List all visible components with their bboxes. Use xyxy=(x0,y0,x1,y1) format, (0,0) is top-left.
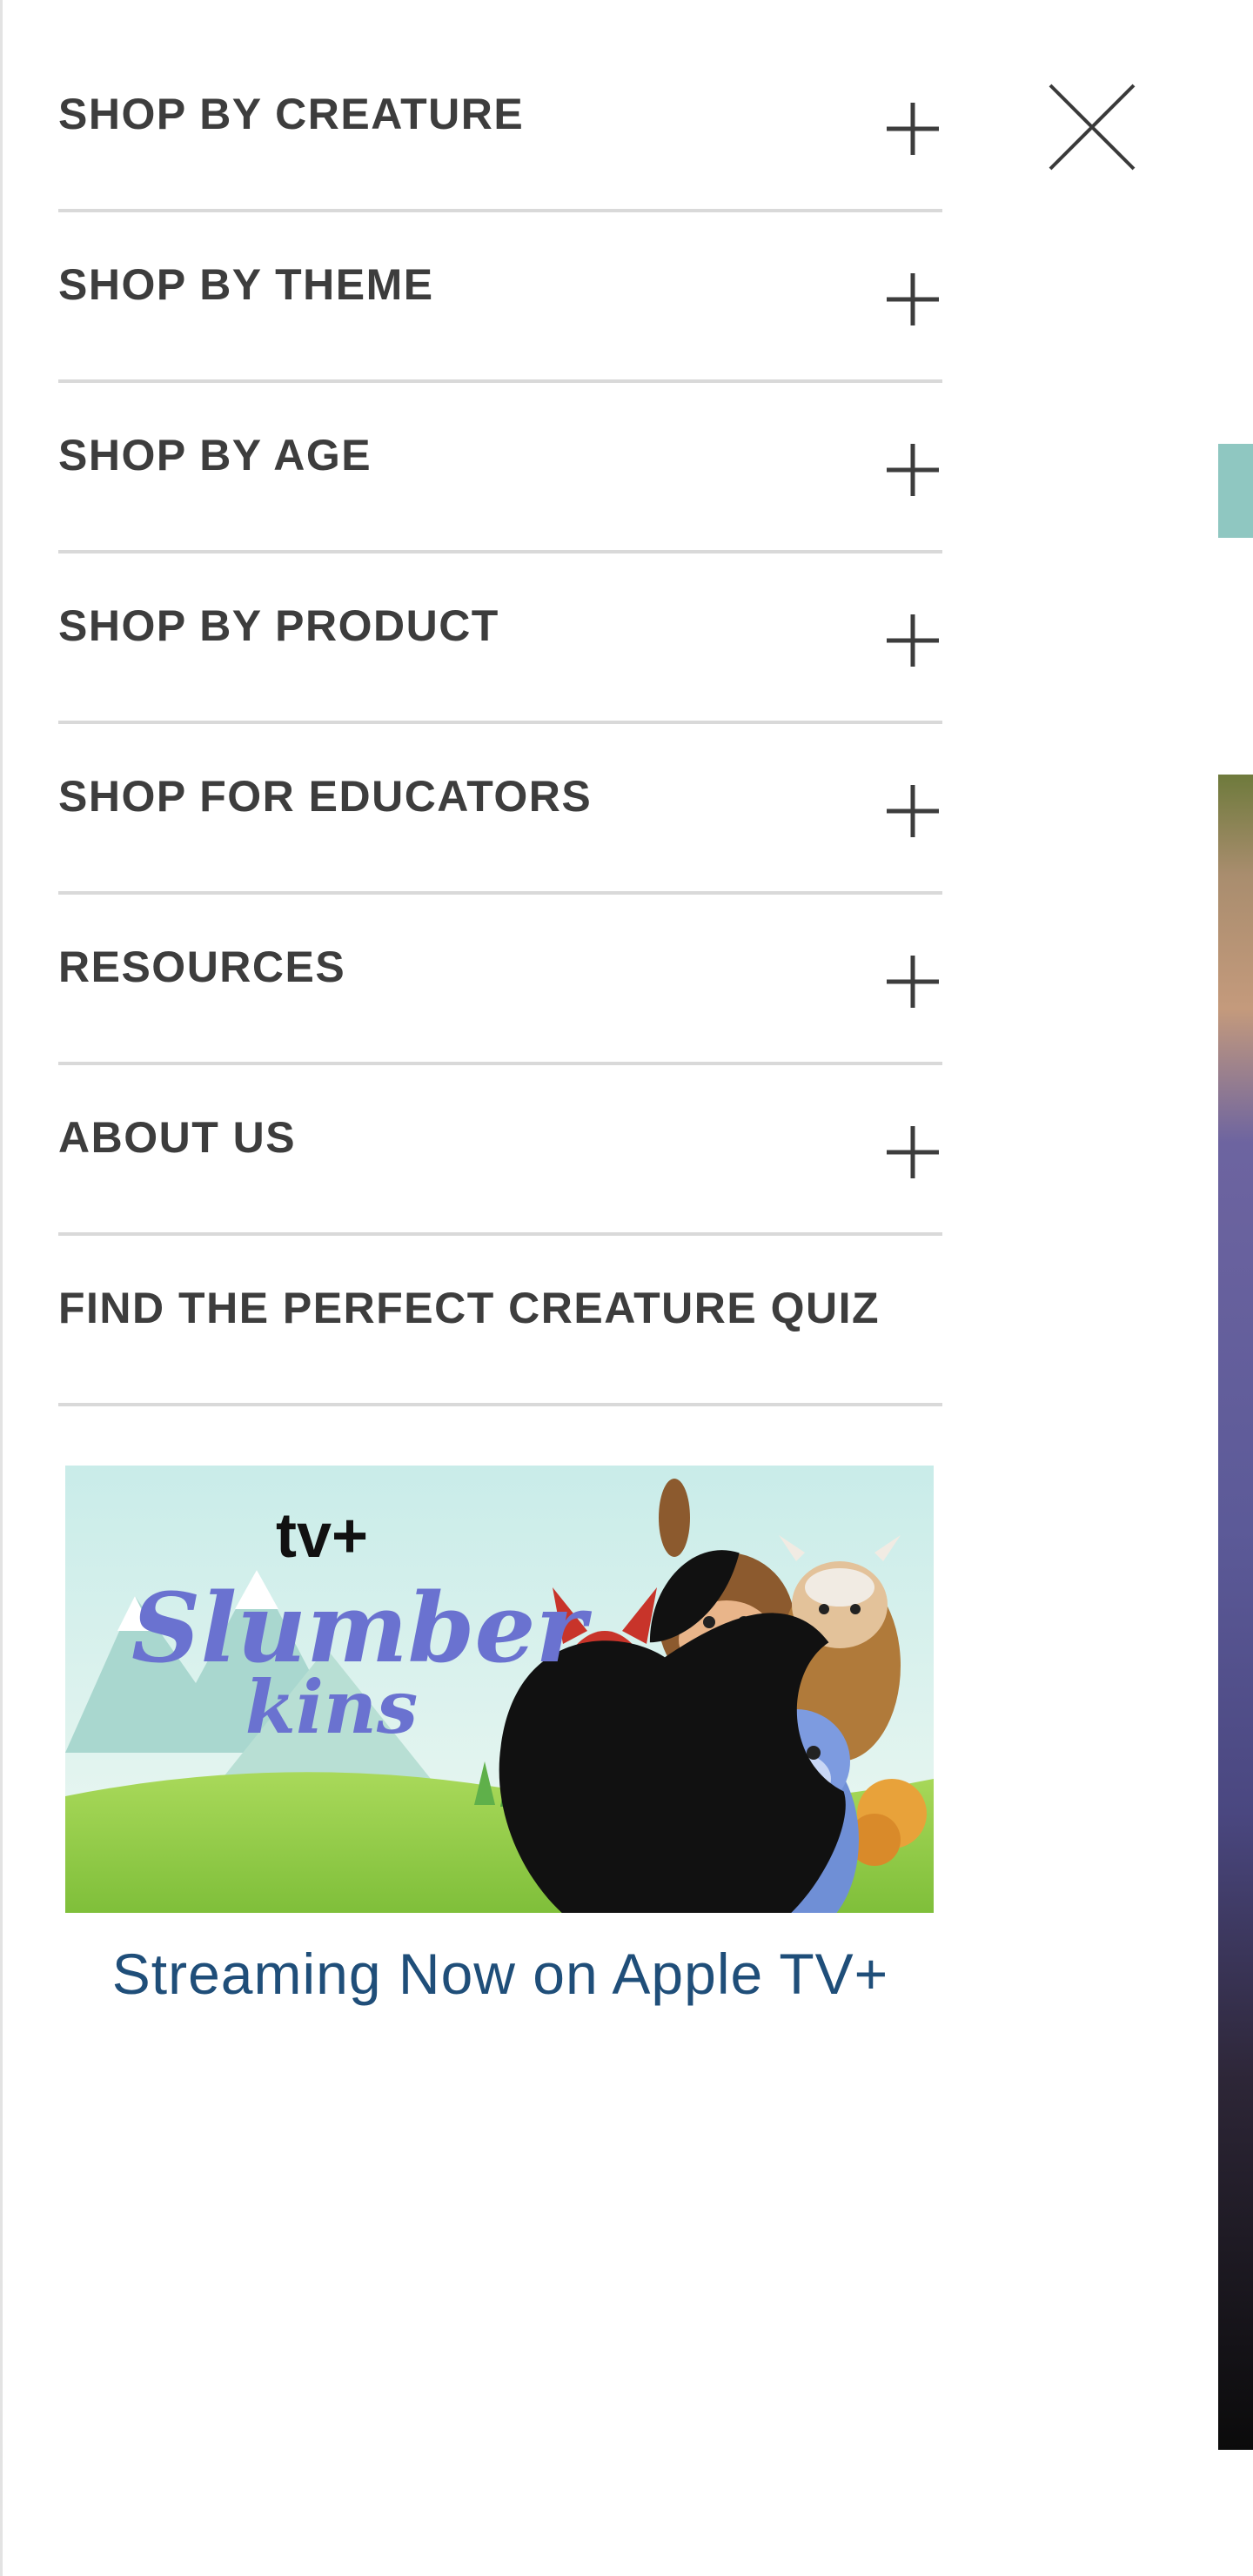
menu-item-label: SHOP BY THEME xyxy=(58,260,434,309)
slumberkins-logo: Slumber kins xyxy=(131,1572,586,1744)
plus-icon[interactable] xyxy=(887,785,939,837)
plus-icon[interactable] xyxy=(887,444,939,496)
menu-item-shop-by-creature[interactable]: SHOP BY CREATURE xyxy=(58,42,942,212)
close-icon xyxy=(1043,78,1141,176)
promo-title-line1: Slumber xyxy=(131,1572,586,1684)
promo-banner[interactable]: tv+ Slumber kins xyxy=(65,1466,934,1913)
close-button[interactable] xyxy=(1043,78,1141,176)
plus-icon[interactable] xyxy=(887,614,939,667)
background-teal-banner xyxy=(1218,444,1253,538)
menu-item-label: SHOP BY PRODUCT xyxy=(58,601,499,650)
plus-icon[interactable] xyxy=(887,273,939,325)
menu-item-label: RESOURCES xyxy=(58,943,346,991)
menu-item-label: ABOUT US xyxy=(58,1113,297,1162)
menu-item-resources[interactable]: RESOURCES xyxy=(58,895,942,1065)
plus-icon[interactable] xyxy=(887,103,939,155)
menu-item-shop-by-age[interactable]: SHOP BY AGE xyxy=(58,383,942,553)
apple-tv-logo: tv+ xyxy=(231,1500,846,1913)
menu-item-about-us[interactable]: ABOUT US xyxy=(58,1065,942,1236)
navigation-drawer: SHOP BY CREATURE SHOP BY THEME SHOP BY A… xyxy=(0,0,1218,2576)
menu-item-label: FIND THE PERFECT CREATURE QUIZ xyxy=(58,1284,881,1332)
streaming-caption-link[interactable]: Streaming Now on Apple TV+ xyxy=(58,1941,942,2007)
menu-item-label: SHOP BY AGE xyxy=(58,431,372,480)
plus-icon[interactable] xyxy=(887,1126,939,1178)
menu-item-label: SHOP FOR EDUCATORS xyxy=(58,772,593,821)
background-photo xyxy=(1218,775,1253,2450)
menu-item-shop-for-educators[interactable]: SHOP FOR EDUCATORS xyxy=(58,724,942,895)
menu-item-label: SHOP BY CREATURE xyxy=(58,90,525,138)
apple-icon xyxy=(231,1508,846,1913)
menu-item-shop-by-theme[interactable]: SHOP BY THEME xyxy=(58,212,942,383)
menu-item-creature-quiz[interactable]: FIND THE PERFECT CREATURE QUIZ xyxy=(58,1236,942,1406)
menu-item-shop-by-product[interactable]: SHOP BY PRODUCT xyxy=(58,553,942,724)
plus-icon[interactable] xyxy=(887,956,939,1008)
menu-list: SHOP BY CREATURE SHOP BY THEME SHOP BY A… xyxy=(58,42,942,1406)
